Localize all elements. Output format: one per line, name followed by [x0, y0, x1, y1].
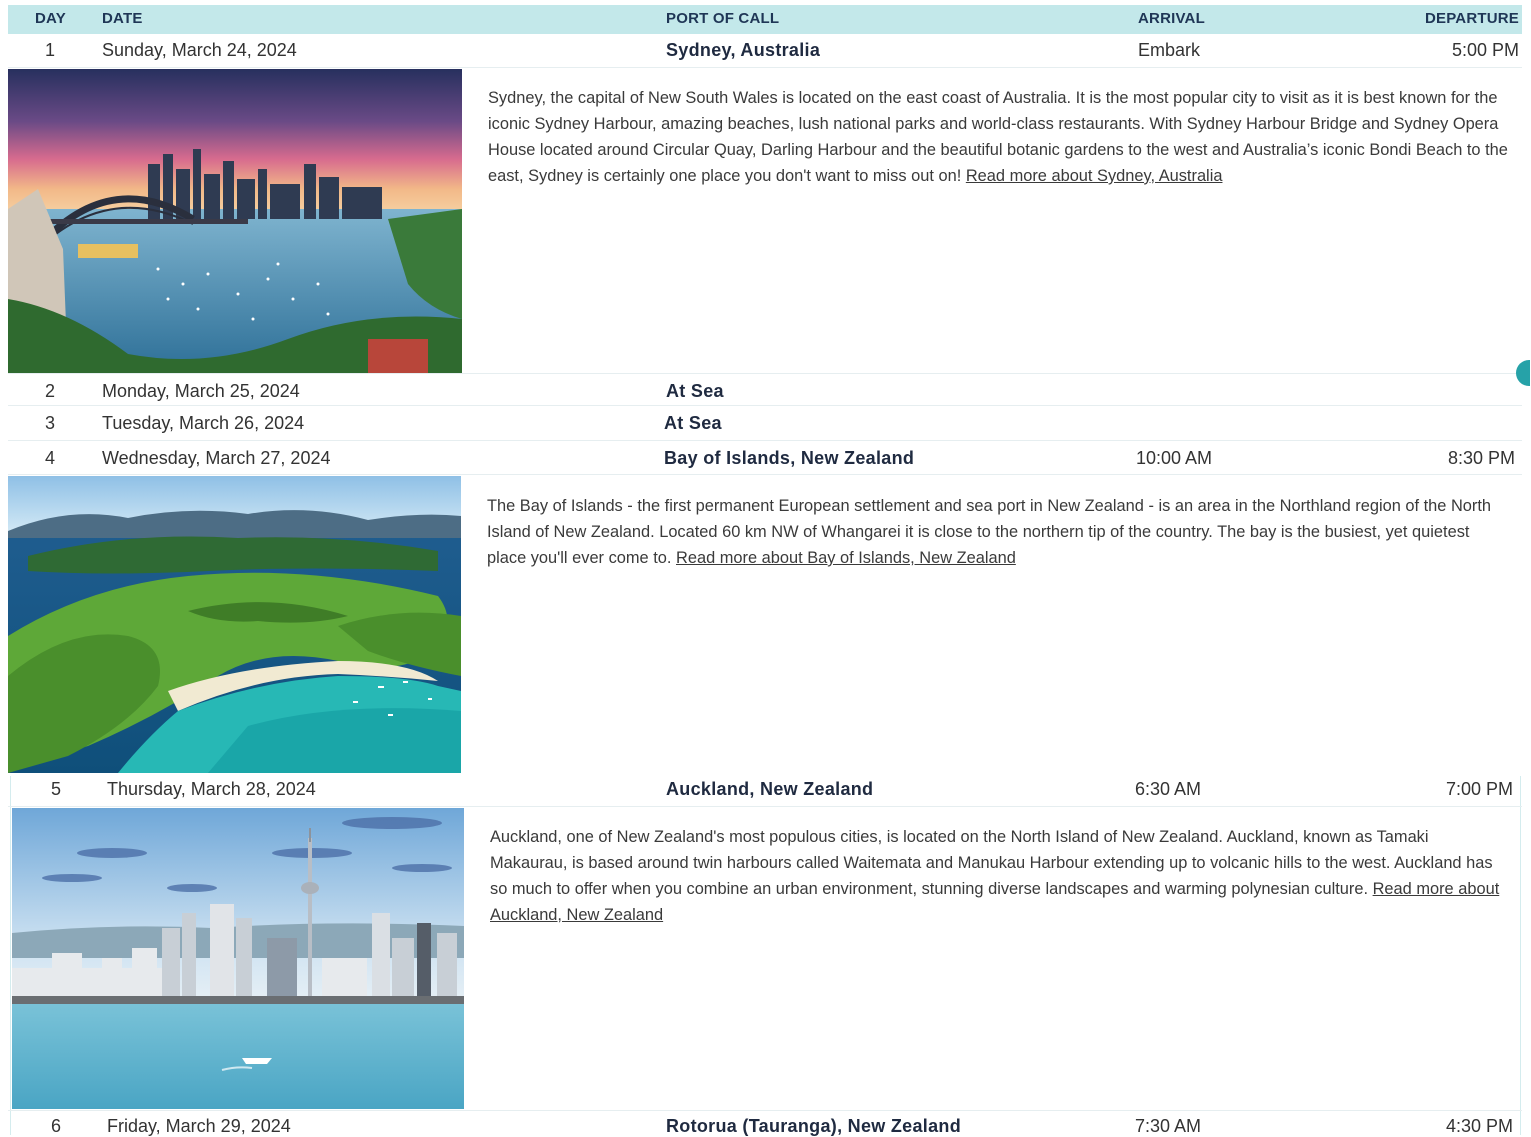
date-cell: Monday, March 25, 2024	[102, 381, 300, 401]
day-number: 4	[45, 448, 56, 468]
port-of-call: Rotorua (Tauranga), New Zealand	[666, 1116, 961, 1136]
day-number: 1	[45, 40, 56, 60]
header-arrival: ARRIVAL	[1138, 10, 1205, 27]
departure-time: 7:00 PM	[1445, 779, 1513, 799]
departure-time: 4:30 PM	[1445, 1116, 1513, 1136]
divider	[8, 440, 1522, 441]
date-cell: Tuesday, March 26, 2024	[102, 413, 305, 433]
bay-of-islands-description: The Bay of Islands - the first permanent…	[487, 493, 1512, 571]
divider	[8, 1110, 1522, 1111]
auckland-skyline-photo	[12, 808, 464, 1109]
description-text: Auckland, one of New Zealand's most popu…	[490, 828, 1493, 898]
read-more-sydney-link[interactable]: Read more about Sydney, Australia	[966, 167, 1223, 185]
divider	[8, 373, 1522, 374]
port-of-call: Sydney, Australia	[666, 40, 821, 60]
table-border	[10, 776, 11, 1135]
port-of-call: At Sea	[664, 413, 722, 433]
port-of-call: Bay of Islands, New Zealand	[664, 448, 915, 468]
departure-time: 5:00 PM	[1451, 40, 1519, 60]
date-cell: Thursday, March 28, 2024	[107, 779, 316, 799]
sydney-harbour-photo	[8, 69, 462, 373]
arrival-time: 6:30 AM	[1135, 779, 1202, 799]
day-number: 6	[51, 1116, 62, 1136]
departure-time: 8:30 PM	[1447, 448, 1515, 468]
day-number: 5	[51, 779, 62, 799]
sydney-description: Sydney, the capital of New South Wales i…	[488, 85, 1513, 189]
divider	[8, 806, 1522, 807]
date-cell: Friday, March 29, 2024	[107, 1116, 291, 1136]
bay-of-islands-photo	[8, 476, 461, 773]
divider	[8, 67, 1522, 68]
scroll-handle[interactable]	[1516, 360, 1530, 386]
header-port: PORT OF CALL	[666, 10, 780, 27]
day-number: 3	[45, 413, 56, 433]
itinerary-header: DAY DATE PORT OF CALL ARRIVAL DEPARTURE	[8, 5, 1522, 34]
header-date: DATE	[102, 10, 143, 27]
auckland-description: Auckland, one of New Zealand's most popu…	[490, 824, 1510, 928]
header-departure: DEPARTURE	[1424, 10, 1519, 27]
date-cell: Wednesday, March 27, 2024	[102, 448, 331, 468]
arrival-time: 7:30 AM	[1135, 1116, 1202, 1136]
divider	[8, 405, 1522, 406]
divider	[8, 474, 1522, 475]
date-cell: Sunday, March 24, 2024	[102, 40, 297, 60]
day-number: 2	[45, 381, 56, 401]
table-border	[1520, 776, 1521, 1135]
arrival-time: Embark	[1138, 40, 1201, 60]
header-day: DAY	[35, 10, 66, 27]
read-more-bay-of-islands-link[interactable]: Read more about Bay of Islands, New Zeal…	[676, 549, 1016, 567]
arrival-time: 10:00 AM	[1136, 448, 1213, 468]
port-of-call: Auckland, New Zealand	[666, 779, 874, 799]
port-of-call: At Sea	[666, 381, 724, 401]
